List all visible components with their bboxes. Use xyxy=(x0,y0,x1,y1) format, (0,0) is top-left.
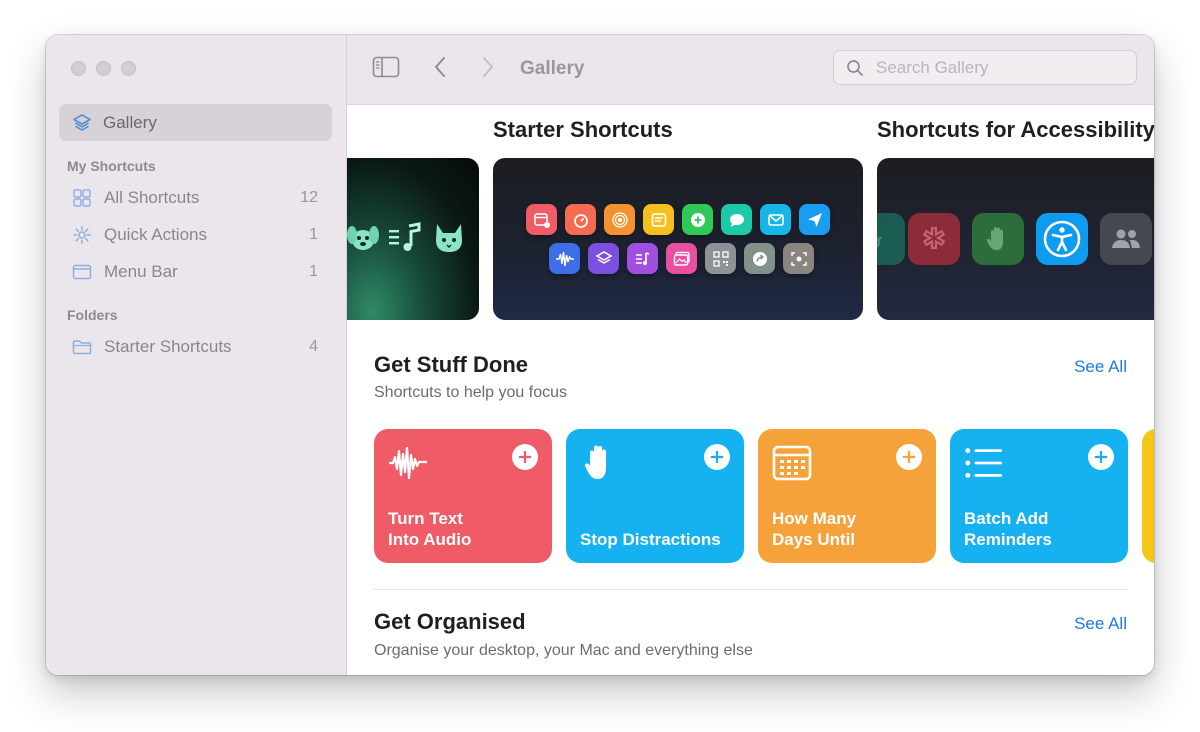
shortcut-label: Turn Text Into Audio xyxy=(388,509,472,549)
featured-card-accessibility[interactable] xyxy=(877,158,1154,320)
add-shortcut-button[interactable] xyxy=(1088,444,1114,470)
back-button[interactable] xyxy=(429,56,451,82)
layers-icon xyxy=(71,112,93,134)
section-divider xyxy=(374,589,1127,590)
photos-icon xyxy=(666,243,697,274)
get-stuff-done-subtitle: Shortcuts to help you focus xyxy=(374,384,567,401)
screenshot-icon xyxy=(783,243,814,274)
hand-icon xyxy=(972,213,1024,265)
folders-header: Folders xyxy=(67,307,118,323)
search-input[interactable] xyxy=(874,56,1118,79)
my-shortcuts-header: My Shortcuts xyxy=(67,158,156,174)
shortcuts-window: Gallery My Shortcuts All Shortcuts 12 Qu… xyxy=(46,35,1154,675)
gallery-content: Starter Shortcuts Shortcuts for Accessib… xyxy=(347,105,1154,675)
sidebar-item-label: Menu Bar xyxy=(104,262,178,281)
mail-icon xyxy=(760,204,791,235)
add-message-icon xyxy=(682,204,713,235)
page-title: Gallery xyxy=(520,58,585,79)
get-stuff-done-title: Get Stuff Done xyxy=(374,352,528,377)
gear-icon xyxy=(71,224,93,246)
shortcut-label: Batch Add Reminders xyxy=(964,509,1052,549)
folder-icon xyxy=(71,336,93,358)
accessibility-icon xyxy=(1036,213,1088,265)
sidebar-item-label: Starter Shortcuts xyxy=(104,337,232,356)
sidebar-item-count: 1 xyxy=(309,226,318,243)
add-shortcut-button[interactable] xyxy=(512,444,538,470)
toolbar: Gallery xyxy=(347,35,1154,105)
shortcut-label: Stop Distractions xyxy=(580,530,721,549)
add-shortcut-button[interactable] xyxy=(896,444,922,470)
get-organised-title: Get Organised xyxy=(374,609,526,634)
airdrop-icon xyxy=(604,204,635,235)
minimize-window-button[interactable] xyxy=(96,61,111,76)
forward-button[interactable] xyxy=(477,56,499,82)
qr-code-icon xyxy=(705,243,736,274)
sidebar-item-label: All Shortcuts xyxy=(104,188,200,207)
music-list-icon xyxy=(627,243,658,274)
sidebar-item-quick-actions[interactable]: Quick Actions 1 xyxy=(59,218,332,252)
search-field[interactable] xyxy=(833,50,1137,85)
waveform-icon xyxy=(388,443,428,483)
shortcut-card-stop-distractions[interactable]: Stop Distractions xyxy=(566,429,744,563)
window-controls xyxy=(71,61,136,76)
sidebar-item-count: 4 xyxy=(309,338,318,355)
sidebar-item-label: Quick Actions xyxy=(104,225,207,244)
shortcut-card-turn-text-into-audio[interactable]: Turn Text Into Audio xyxy=(374,429,552,563)
waveform-icon xyxy=(549,243,580,274)
zoom-window-button[interactable] xyxy=(121,61,136,76)
music-notes-icon xyxy=(387,222,423,261)
shortcut-label: How Many Days Until xyxy=(772,509,857,549)
see-all-link[interactable]: See All xyxy=(1074,614,1127,634)
paper-plane-icon xyxy=(799,204,830,235)
chevron-left-icon xyxy=(433,56,447,83)
calendar-add-icon xyxy=(526,204,557,235)
sidebar-item-menu-bar[interactable]: Menu Bar 1 xyxy=(59,255,332,289)
people-icon xyxy=(1100,213,1152,265)
note-icon xyxy=(643,204,674,235)
cat-icon xyxy=(431,220,467,261)
shortcut-card-batch-add-reminders[interactable]: Batch Add Reminders xyxy=(950,429,1128,563)
shortcut-card-how-many-days-until[interactable]: How Many Days Until xyxy=(758,429,936,563)
dog-icon xyxy=(347,220,381,261)
share-arrow-icon xyxy=(744,243,775,274)
shortcut-card-partial[interactable] xyxy=(1142,429,1154,563)
grid-icon xyxy=(71,187,93,209)
see-all-link[interactable]: See All xyxy=(1074,357,1127,377)
sidebar-item-gallery[interactable]: Gallery xyxy=(59,104,332,141)
menu-bar-icon xyxy=(71,261,93,283)
message-bubble-icon xyxy=(721,204,752,235)
starter-shortcuts-title: Starter Shortcuts xyxy=(493,117,673,142)
sidebar-item-label: Gallery xyxy=(103,112,157,132)
sidebar-item-count: 1 xyxy=(309,263,318,280)
medical-star-icon xyxy=(908,213,960,265)
featured-card-starter-shortcuts[interactable] xyxy=(493,158,863,320)
chevron-right-icon xyxy=(481,56,495,83)
sidebar-item-all-shortcuts[interactable]: All Shortcuts 12 xyxy=(59,181,332,215)
featured-card-music[interactable] xyxy=(347,158,479,320)
hand-icon xyxy=(580,443,620,483)
close-window-button[interactable] xyxy=(71,61,86,76)
link-icon xyxy=(877,213,905,265)
search-icon xyxy=(846,58,866,78)
timer-icon xyxy=(565,204,596,235)
accessibility-title: Shortcuts for Accessibility xyxy=(877,117,1154,142)
add-shortcut-button[interactable] xyxy=(704,444,730,470)
sidebar-item-count: 12 xyxy=(300,189,318,206)
get-organised-subtitle: Organise your desktop, your Mac and ever… xyxy=(374,642,753,659)
toggle-sidebar-button[interactable] xyxy=(371,56,401,82)
sidebar-toggle-icon xyxy=(372,56,400,83)
layers-icon xyxy=(588,243,619,274)
sidebar: Gallery My Shortcuts All Shortcuts 12 Qu… xyxy=(46,35,347,675)
calendar-icon xyxy=(772,443,812,483)
list-icon xyxy=(964,443,1004,483)
sidebar-item-starter-shortcuts[interactable]: Starter Shortcuts 4 xyxy=(59,330,332,364)
